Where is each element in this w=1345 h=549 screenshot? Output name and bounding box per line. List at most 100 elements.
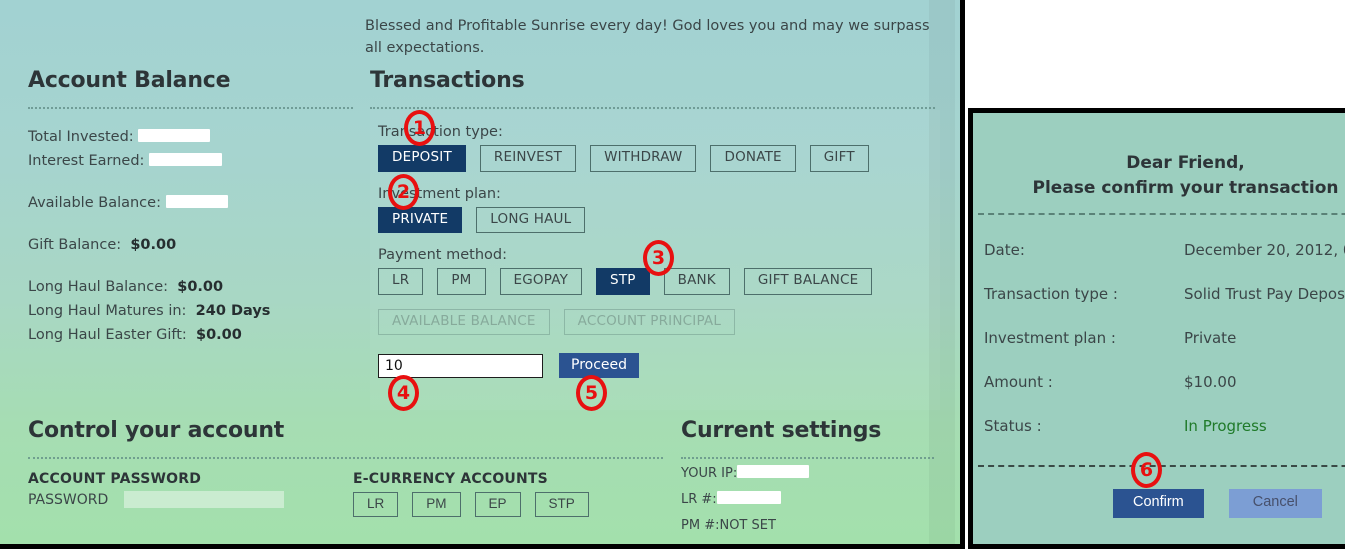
transactions-panel: Transaction type: DEPOSIT REINVEST WITHD… (370, 110, 940, 410)
balance-label: Total Invested: (28, 129, 134, 145)
balance-label: Long Haul Easter Gift: (28, 327, 187, 343)
payment-method-pm[interactable]: PM (437, 268, 486, 295)
status-badge: In Progress (1184, 417, 1267, 435)
dialog-label: Transaction type : (984, 285, 1118, 303)
current-settings-divider (681, 457, 934, 459)
transaction-type-reinvest[interactable]: REINVEST (479, 145, 577, 172)
current-settings-section: Current settings YOUR IP: LR #: PM #:NOT… (681, 418, 934, 537)
intro-paragraph: Blessed and Profitable Sunrise every day… (365, 17, 930, 56)
transactions-divider (370, 107, 935, 109)
settings-row-pm-number: PM #:NOT SET (681, 515, 934, 537)
redacted-value (165, 195, 228, 208)
password-input[interactable] (124, 491, 285, 508)
account-balance-title: Account Balance (28, 68, 231, 93)
dialog-label: Status : (984, 417, 1042, 435)
transaction-type-deposit[interactable]: DEPOSIT (378, 145, 466, 172)
transactions-section-header: Transactions (370, 68, 935, 109)
dialog-value: $10.00 (1184, 373, 1237, 391)
balance-row-total-invested: Total Invested: (28, 125, 353, 149)
account-balance-divider (28, 107, 353, 109)
proceed-button[interactable]: Proceed (559, 353, 640, 378)
dialog-button-row: Confirm Cancel (978, 489, 1345, 518)
amount-input[interactable] (378, 353, 543, 378)
dialog-label: Date: (984, 241, 1025, 259)
payment-method-button-group: LR PM EGOPAY STP BANK GIFT BALANCE (378, 268, 940, 295)
dialog-title-line1: Dear Friend, (1126, 153, 1245, 173)
dialog-value: December 20, 2012, 09:17 (1184, 241, 1345, 259)
control-account-section: Control your account ACCOUNT PASSWORD PA… (28, 418, 663, 517)
settings-value: NOT SET (719, 518, 776, 533)
control-account-title: Control your account (28, 418, 285, 443)
payment-method-account-principal: ACCOUNT PRINCIPAL (563, 308, 736, 335)
payment-method-available-balance: AVAILABLE BALANCE (378, 308, 550, 335)
redacted-value (138, 129, 211, 142)
settings-label: YOUR IP: (681, 466, 738, 481)
dialog-row-amount: Amount : $10.00 (978, 373, 1345, 391)
balance-label: Long Haul Balance: (28, 279, 169, 295)
dialog-value: Private (1184, 329, 1237, 347)
account-password-column: ACCOUNT PASSWORD PASSWORD (28, 471, 353, 517)
ecurrency-button-group: LR PM EP STP (353, 492, 653, 517)
account-balance-section: Account Balance Total Invested: Interest… (28, 68, 353, 347)
ecurrency-button-ep[interactable]: EP (474, 492, 521, 517)
balance-label: Interest Earned: (28, 153, 145, 169)
dialog-title: Dear Friend, Please confirm your transac… (978, 118, 1345, 201)
balance-value: $0.00 (177, 279, 224, 295)
dialog-row-date: Date: December 20, 2012, 09:17 (978, 241, 1345, 259)
control-account-divider (28, 457, 663, 459)
balance-row-long-haul-easter-gift: Long Haul Easter Gift: $0.00 (28, 323, 353, 347)
dialog-bottom-divider (978, 465, 1345, 467)
dialog-row-status: Status : In Progress (978, 417, 1345, 435)
ecurrency-button-pm[interactable]: PM (412, 492, 461, 517)
ecurrency-accounts-column: E-CURRENCY ACCOUNTS LR PM EP STP (353, 471, 653, 517)
transactions-title: Transactions (370, 68, 525, 93)
confirm-button[interactable]: Confirm (1113, 489, 1204, 518)
confirm-transaction-dialog: Dear Friend, Please confirm your transac… (968, 108, 1345, 549)
redacted-value (149, 153, 223, 166)
transaction-type-withdraw[interactable]: WITHDRAW (590, 145, 697, 172)
payment-method-lr[interactable]: LR (378, 268, 424, 295)
balance-row-interest-earned: Interest Earned: (28, 149, 353, 173)
payment-method-egopay[interactable]: EGOPAY (499, 268, 583, 295)
balance-row-long-haul-balance: Long Haul Balance: $0.00 (28, 275, 353, 299)
transaction-type-donate[interactable]: DONATE (710, 145, 796, 172)
investment-plan-long-haul[interactable]: LONG HAUL (476, 206, 586, 233)
payment-method-bank[interactable]: BANK (663, 268, 730, 295)
ecurrency-button-stp[interactable]: STP (534, 492, 589, 517)
balance-row-gift-balance: Gift Balance: $0.00 (28, 233, 353, 257)
investment-plan-private[interactable]: PRIVATE (378, 206, 463, 233)
ecurrency-accounts-heading: E-CURRENCY ACCOUNTS (353, 471, 548, 487)
amount-row: Proceed (378, 353, 940, 378)
settings-row-your-ip: YOUR IP: (681, 463, 934, 485)
investment-plan-label: Investment plan: (378, 185, 501, 202)
balance-label: Long Haul Matures in: (28, 303, 187, 319)
account-page-window: Blessed and Profitable Sunrise every day… (0, 0, 965, 549)
balance-value: $0.00 (196, 327, 242, 343)
dialog-title-line2: Please confirm your transaction (1032, 178, 1339, 198)
password-label: PASSWORD (28, 491, 109, 508)
balance-value: 240 Days (195, 303, 271, 319)
transaction-type-gift[interactable]: GIFT (809, 145, 869, 172)
settings-row-lr-number: LR #: (681, 489, 934, 511)
cancel-button[interactable]: Cancel (1228, 489, 1322, 518)
payment-method-gift-balance[interactable]: GIFT BALANCE (743, 268, 873, 295)
password-field-row: PASSWORD (28, 491, 353, 508)
transaction-type-label: Transaction type: (378, 124, 503, 140)
current-settings-title: Current settings (681, 418, 882, 443)
payment-method-disabled-group: AVAILABLE BALANCE ACCOUNT PRINCIPAL (378, 308, 940, 335)
balance-row-long-haul-matures: Long Haul Matures in: 240 Days (28, 299, 353, 323)
balance-value: $0.00 (130, 237, 177, 253)
settings-label: PM #: (681, 518, 720, 533)
settings-label: LR #: (681, 492, 717, 507)
redacted-value (737, 465, 810, 478)
dialog-label: Amount : (984, 373, 1053, 391)
ecurrency-button-lr[interactable]: LR (353, 492, 399, 517)
investment-plan-button-group: PRIVATE LONG HAUL (378, 206, 940, 233)
balance-label: Available Balance: (28, 195, 161, 211)
transaction-type-button-group: DEPOSIT REINVEST WITHDRAW DONATE GIFT (378, 145, 940, 172)
balance-label: Gift Balance: (28, 237, 122, 253)
account-password-heading: ACCOUNT PASSWORD (28, 471, 202, 487)
dialog-value: Solid Trust Pay Deposit (1184, 285, 1345, 303)
dialog-top-divider (978, 213, 1345, 215)
payment-method-stp[interactable]: STP (596, 268, 650, 295)
